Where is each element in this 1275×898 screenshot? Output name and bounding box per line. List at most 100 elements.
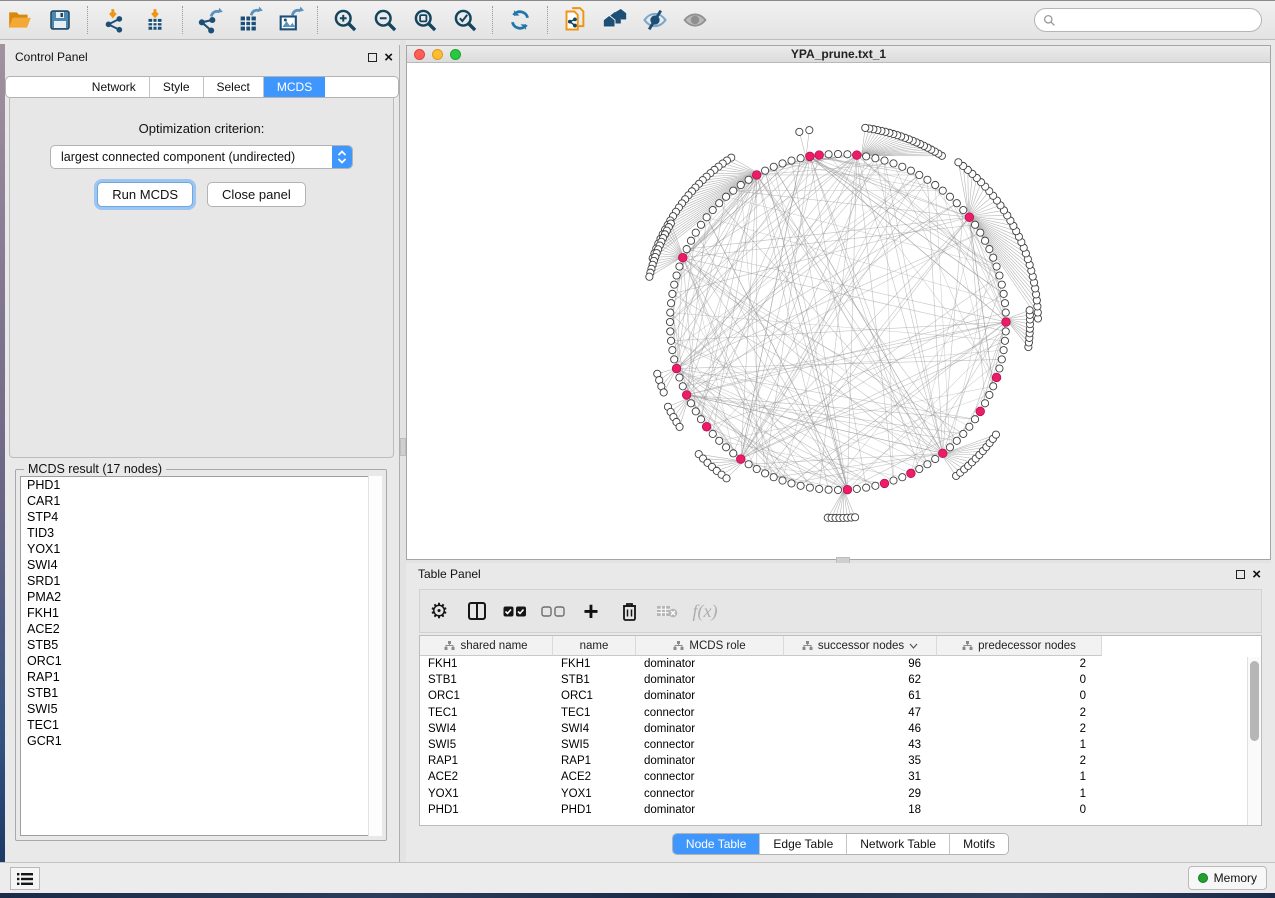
column-header-MCDS-role[interactable]: MCDS role <box>636 636 784 656</box>
function-builder-button[interactable]: f(x) <box>686 592 724 630</box>
memory-button[interactable]: Memory <box>1188 866 1267 890</box>
table-row[interactable]: ACE2ACE2connector311 <box>420 769 1261 785</box>
table-row[interactable]: PHD1PHD1dominator180 <box>420 802 1261 818</box>
table-cell[interactable]: YOX1 <box>420 788 553 800</box>
import-table-button[interactable] <box>135 3 175 37</box>
table-cell[interactable]: dominator <box>636 690 784 702</box>
table-cell[interactable]: PHD1 <box>553 804 636 816</box>
table-cell[interactable]: connector <box>636 788 784 800</box>
column-header-successor-nodes[interactable]: successor nodes <box>784 636 937 656</box>
mcds-result-item[interactable]: STB1 <box>21 685 381 701</box>
mcds-result-item[interactable]: SWI5 <box>21 701 381 717</box>
table-cell[interactable]: 29 <box>784 788 937 800</box>
select-all-columns-button[interactable] <box>496 592 534 630</box>
create-column-button[interactable]: + <box>572 592 610 630</box>
table-cell[interactable]: ACE2 <box>420 771 553 783</box>
table-row[interactable]: FKH1FKH1dominator962 <box>420 656 1261 672</box>
table-cell[interactable]: SWI4 <box>420 723 553 735</box>
criterion-dropdown[interactable]: largest connected component (undirected) <box>50 145 353 169</box>
column-header-shared-name[interactable]: shared name <box>420 636 553 656</box>
export-image-button[interactable] <box>270 3 310 37</box>
table-cell[interactable]: SWI5 <box>420 739 553 751</box>
mcds-result-item[interactable]: PHD1 <box>21 477 381 493</box>
mcds-result-item[interactable]: SRD1 <box>21 573 381 589</box>
table-row[interactable]: ORC1ORC1dominator610 <box>420 688 1261 704</box>
first-neighbors-button[interactable] <box>595 3 635 37</box>
table-scrollbar[interactable] <box>1247 657 1261 825</box>
table-cell[interactable]: 18 <box>784 804 937 816</box>
table-cell[interactable]: 62 <box>784 674 937 686</box>
table-cell[interactable]: 1 <box>937 788 1102 800</box>
table-cell[interactable]: connector <box>636 739 784 751</box>
table-cell[interactable]: 1 <box>937 771 1102 783</box>
table-row[interactable]: YOX1YOX1connector291 <box>420 786 1261 802</box>
tab-node-table[interactable]: Node Table <box>673 834 761 854</box>
mcds-result-item[interactable]: YOX1 <box>21 541 381 557</box>
table-cell[interactable]: TEC1 <box>553 707 636 719</box>
table-cell[interactable]: 2 <box>937 658 1102 670</box>
export-network-button[interactable] <box>190 3 230 37</box>
table-cell[interactable]: dominator <box>636 674 784 686</box>
save-session-button[interactable] <box>40 3 80 37</box>
mcds-result-item[interactable]: TEC1 <box>21 717 381 733</box>
table-cell[interactable]: dominator <box>636 755 784 767</box>
open-file-button[interactable] <box>0 3 40 37</box>
table-cell[interactable]: 96 <box>784 658 937 670</box>
tab-mcds[interactable]: MCDS <box>264 77 325 97</box>
table-cell[interactable]: ACE2 <box>553 771 636 783</box>
mcds-result-item[interactable]: STP4 <box>21 509 381 525</box>
table-cell[interactable]: 0 <box>937 690 1102 702</box>
delete-table-button[interactable] <box>648 592 686 630</box>
scrollbar-thumb[interactable] <box>1250 661 1259 741</box>
table-cell[interactable]: RAP1 <box>420 755 553 767</box>
table-cell[interactable]: 46 <box>784 723 937 735</box>
float-panel-icon[interactable] <box>1236 570 1245 579</box>
table-cell[interactable]: dominator <box>636 804 784 816</box>
table-row[interactable]: STB1STB1dominator620 <box>420 672 1261 688</box>
close-panel-button[interactable]: Close panel <box>207 182 306 207</box>
mcds-result-item[interactable]: TID3 <box>21 525 381 541</box>
zoom-in-button[interactable] <box>325 3 365 37</box>
deselect-all-columns-button[interactable] <box>534 592 572 630</box>
table-cell[interactable]: PHD1 <box>420 804 553 816</box>
tab-network-table[interactable]: Network Table <box>847 834 950 854</box>
table-cell[interactable]: 43 <box>784 739 937 751</box>
show-all-button[interactable] <box>675 3 715 37</box>
table-cell[interactable]: connector <box>636 707 784 719</box>
table-cell[interactable]: 2 <box>937 707 1102 719</box>
network-canvas[interactable] <box>407 63 1270 559</box>
table-cell[interactable]: 35 <box>784 755 937 767</box>
table-row[interactable]: RAP1RAP1dominator352 <box>420 753 1261 769</box>
import-network-button[interactable] <box>95 3 135 37</box>
table-cell[interactable]: 47 <box>784 707 937 719</box>
mcds-result-item[interactable]: SWI4 <box>21 557 381 573</box>
table-cell[interactable]: STB1 <box>553 674 636 686</box>
table-cell[interactable]: SWI4 <box>553 723 636 735</box>
table-cell[interactable]: dominator <box>636 723 784 735</box>
search-box[interactable] <box>1034 8 1262 32</box>
table-cell[interactable]: 61 <box>784 690 937 702</box>
tab-motifs[interactable]: Motifs <box>950 834 1008 854</box>
mcds-result-item[interactable]: PMA2 <box>21 589 381 605</box>
mcds-result-item[interactable]: ACE2 <box>21 621 381 637</box>
table-cell[interactable]: STB1 <box>420 674 553 686</box>
mcds-result-item[interactable]: GCR1 <box>21 733 381 749</box>
mcds-result-item[interactable]: STB5 <box>21 637 381 653</box>
table-cell[interactable]: FKH1 <box>553 658 636 670</box>
table-cell[interactable]: ORC1 <box>553 690 636 702</box>
clone-network-button[interactable] <box>555 3 595 37</box>
run-mcds-button[interactable]: Run MCDS <box>97 182 193 207</box>
delete-column-button[interactable] <box>610 592 648 630</box>
mcds-result-item[interactable]: ORC1 <box>21 653 381 669</box>
zoom-fit-button[interactable] <box>405 3 445 37</box>
show-columns-button[interactable] <box>458 592 496 630</box>
table-cell[interactable]: FKH1 <box>420 658 553 670</box>
refresh-button[interactable] <box>500 3 540 37</box>
column-header-name[interactable]: name <box>553 636 636 656</box>
table-cell[interactable]: SWI5 <box>553 739 636 751</box>
table-row[interactable]: SWI5SWI5connector431 <box>420 737 1261 753</box>
network-window-titlebar[interactable]: YPA_prune.txt_1 <box>407 46 1270 63</box>
float-panel-icon[interactable] <box>368 53 377 62</box>
table-cell[interactable]: 0 <box>937 804 1102 816</box>
close-panel-icon[interactable]: × <box>1252 570 1261 579</box>
